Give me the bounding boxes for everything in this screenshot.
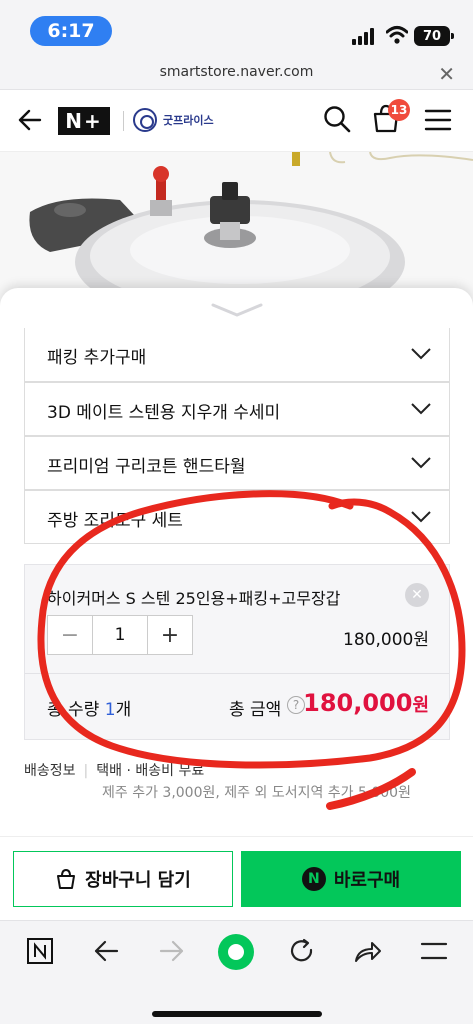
browser-toolbar: [0, 920, 473, 1024]
browser-url-bar[interactable]: smartstore.naver.com ✕: [0, 58, 473, 90]
buy-now-label: 바로구매: [333, 870, 401, 891]
option-scrubber[interactable]: 3D 메이트 스텐용 지우개 수세미: [24, 382, 450, 436]
battery-icon: 70: [414, 26, 454, 46]
store-logo-icon[interactable]: [133, 108, 157, 132]
status-time: 6:17: [30, 16, 112, 46]
increase-quantity-button[interactable]: +: [148, 616, 192, 654]
chevron-down-icon: [411, 511, 431, 523]
option-label: 3D 메이트 스텐용 지우개 수세미: [47, 403, 281, 423]
add-to-cart-button[interactable]: 장바구니 담기: [13, 851, 233, 907]
back-arrow-icon[interactable]: [92, 937, 120, 965]
total-amount-value: 180,000: [303, 689, 413, 717]
option-packing[interactable]: 패킹 추가구매: [24, 328, 450, 382]
total-quantity-label: 총 수량: [47, 700, 105, 720]
option-cooking-tools[interactable]: 주방 조리도구 세트: [24, 490, 450, 544]
naver-plus-logo[interactable]: N+: [58, 107, 110, 135]
menu-icon[interactable]: [420, 941, 448, 961]
wifi-icon: [386, 26, 408, 44]
option-hand-towel[interactable]: 프리미엄 구리코튼 핸드타월: [24, 436, 450, 490]
buy-now-button[interactable]: N 바로구매: [241, 851, 461, 907]
app-header: N+ 굿프라이스 13: [0, 90, 473, 152]
total-quantity-unit: 개: [115, 700, 132, 720]
menu-icon[interactable]: [424, 108, 452, 132]
purchase-bar: 장바구니 담기 N 바로구매: [0, 836, 473, 920]
store-name[interactable]: 굿프라이스: [163, 112, 214, 128]
chevron-down-icon: [411, 348, 431, 360]
refresh-icon[interactable]: [288, 937, 316, 965]
total-amount-label: 총 금액: [229, 700, 282, 720]
selected-item-price: 180,000원: [343, 630, 429, 650]
selected-item-box: 하이커머스 S 스텐 25인용+패킹+고무장갑 ✕ − 1 + 180,000원…: [24, 564, 450, 740]
chevron-down-icon: [411, 403, 431, 415]
home-indicator: [152, 1011, 322, 1017]
status-bar: 6:17 70: [0, 0, 473, 58]
forward-arrow-icon[interactable]: [158, 937, 186, 965]
shopping-bag-icon: [57, 868, 76, 889]
shipping-separator: |: [83, 763, 89, 779]
chevron-down-icon: [411, 457, 431, 469]
cart-count-badge: 13: [388, 99, 410, 121]
green-dot-icon[interactable]: [216, 932, 256, 972]
naver-home-icon[interactable]: [26, 937, 54, 965]
shipping-info: 배송정보 | 택배 · 배송비 무료: [24, 760, 204, 780]
search-icon[interactable]: [322, 104, 352, 134]
back-arrow-icon[interactable]: [16, 106, 44, 134]
url-text[interactable]: smartstore.naver.com: [0, 64, 473, 80]
shipping-value: 택배 · 배송비 무료: [96, 763, 205, 779]
signal-icon: [352, 27, 378, 45]
decrease-quantity-button[interactable]: −: [48, 616, 92, 654]
close-icon[interactable]: ✕: [438, 62, 455, 86]
naver-pay-icon: N: [301, 867, 326, 891]
option-label: 패킹 추가구매: [47, 348, 147, 368]
shipping-extra-fee: 제주 추가 3,000원, 제주 외 도서지역 추가 5,000원: [102, 785, 411, 801]
option-sheet: 패킹 추가구매 3D 메이트 스텐용 지우개 수세미 프리미엄 구리코튼 핸드타…: [0, 288, 473, 836]
option-label: 주방 조리도구 세트: [47, 511, 183, 531]
shipping-label: 배송정보: [24, 763, 76, 779]
quantity-stepper: − 1 +: [47, 615, 193, 655]
divider: [25, 673, 449, 674]
option-label: 프리미엄 구리코튼 핸드타월: [47, 457, 246, 477]
share-icon[interactable]: [352, 937, 382, 965]
total-quantity: 총 수량 1개: [47, 695, 131, 720]
quantity-value[interactable]: 1: [92, 616, 148, 654]
total-amount-unit: 원: [412, 695, 429, 716]
total-quantity-value: 1: [104, 700, 116, 720]
chevron-down-icon[interactable]: [211, 302, 263, 318]
selected-item-name: 하이커머스 S 스텐 25인용+패킹+고무장갑: [47, 589, 341, 608]
remove-item-button[interactable]: ✕: [405, 583, 429, 607]
add-to-cart-label: 장바구니 담기: [85, 870, 191, 891]
header-divider: [123, 111, 124, 131]
total-amount: 180,000원: [303, 689, 429, 717]
